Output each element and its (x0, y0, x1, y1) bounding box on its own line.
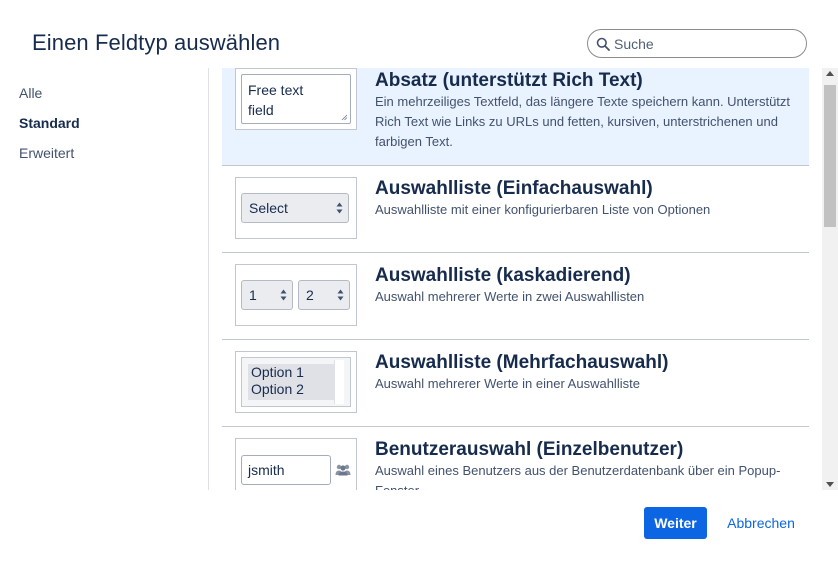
select-preview: Select (241, 193, 349, 223)
multi-select-options: Option 1 Option 2 (248, 364, 334, 400)
user-picker-input-preview: jsmith (241, 455, 331, 485)
divider (208, 68, 209, 490)
field-type-cascading-select[interactable]: 1 2 Auswahlliste (kaskadierend) Auswahl … (222, 253, 809, 340)
field-type-user-picker[interactable]: jsmith Benutzerauswahl (Einzelbenutzer) … (222, 427, 809, 490)
list-scrollbar[interactable] (822, 68, 838, 490)
paragraph-preview: Free text field (235, 68, 357, 130)
search-icon (596, 37, 610, 51)
dialog-title: Einen Feldtyp auswählen (32, 30, 281, 55)
field-type-description: Auswahl eines Benutzers aus der Benutzer… (375, 463, 781, 490)
field-type-description: Auswahl mehrerer Werte in zwei Auswahlli… (375, 289, 645, 304)
scroll-up-arrow-icon[interactable] (826, 71, 834, 76)
field-type-title: Auswahlliste (kaskadierend) (375, 265, 631, 286)
nav-item-standard[interactable]: Standard (19, 114, 80, 144)
field-type-title: Absatz (unterstützt Rich Text) (375, 70, 643, 91)
field-type-description: Auswahl mehrerer Werte in einer Auswahll… (375, 376, 640, 391)
scrollbar-thumb[interactable] (824, 85, 836, 227)
field-type-description: Ein mehrzeiliges Textfeld, das längere T… (375, 94, 791, 149)
field-type-title: Auswahlliste (Einfachauswahl) (375, 178, 653, 199)
single-select-preview: Select (235, 177, 357, 239)
users-icon (335, 464, 351, 476)
multi-select-box: Option 1 Option 2 (241, 357, 351, 407)
search-box[interactable] (587, 29, 807, 58)
field-type-multi-select[interactable]: Option 1 Option 2 Auswahlliste (Mehrfach… (222, 340, 809, 427)
cascade-second-value: 2 (306, 287, 314, 303)
select-preview-label: Select (249, 200, 288, 216)
multi-select-scrollbar (334, 360, 344, 404)
category-nav: Alle Standard Erweitert (19, 84, 80, 174)
user-picker-preview: jsmith (235, 438, 357, 490)
multi-select-option-1: Option 1 (251, 364, 304, 380)
cascading-select-preview: 1 2 (235, 264, 357, 326)
select-arrows-icon (280, 289, 287, 301)
field-type-description: Auswahlliste mit einer konfigurierbaren … (375, 202, 711, 217)
cancel-button[interactable]: Abbrechen (719, 507, 803, 539)
next-button[interactable]: Weiter (644, 507, 707, 539)
multi-select-option-2: Option 2 (251, 381, 304, 397)
field-type-list: Free text field Absatz (unterstützt Rich… (222, 68, 809, 490)
nav-item-alle[interactable]: Alle (19, 84, 80, 114)
cascade-first-select: 1 (241, 280, 293, 310)
select-arrows-icon (337, 289, 344, 301)
textarea-preview: Free text field (241, 74, 351, 124)
nav-item-erweitert[interactable]: Erweitert (19, 144, 80, 174)
search-input[interactable] (614, 34, 799, 54)
textarea-preview-line1: Free text (248, 82, 304, 98)
resize-grip-icon (341, 114, 348, 121)
cascade-second-select: 2 (298, 280, 350, 310)
multi-select-preview: Option 1 Option 2 (235, 351, 357, 413)
field-type-paragraph[interactable]: Free text field Absatz (unterstützt Rich… (222, 68, 809, 166)
scroll-down-arrow-icon[interactable] (826, 482, 834, 487)
cascade-first-value: 1 (249, 287, 257, 303)
textarea-preview-line2: field (248, 102, 274, 118)
select-arrows-icon (336, 202, 343, 214)
field-type-title: Auswahlliste (Mehrfachauswahl) (375, 352, 669, 373)
field-type-single-select[interactable]: Select Auswahlliste (Einfachauswahl) Aus… (222, 166, 809, 253)
field-type-title: Benutzerauswahl (Einzelbenutzer) (375, 439, 684, 460)
